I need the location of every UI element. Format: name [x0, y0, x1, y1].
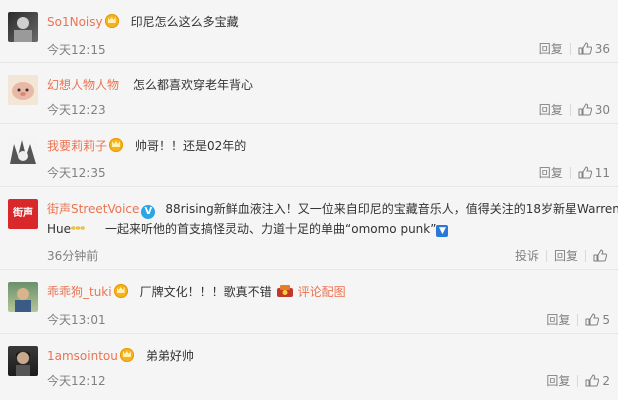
- divider: [577, 313, 579, 326]
- comment-text: 帅哥！！还是02年的: [135, 139, 247, 153]
- timestamp: 36分钟前: [47, 249, 99, 263]
- comment-list: So1Noisy 印尼怎么这么多宝藏 今天12:15 回复 36 幻想人物人物 怎么都…: [0, 0, 618, 400]
- avatar[interactable]: 街声: [8, 199, 38, 229]
- crown-badge-icon: [104, 14, 119, 28]
- comment-item: 1amsointou 弟弟好帅 今天12:12 回复 2: [0, 334, 618, 400]
- comment-item: So1Noisy 印尼怎么这么多宝藏 今天12:15 回复 36: [0, 0, 618, 62]
- like-count: 2: [602, 373, 610, 388]
- reply-button[interactable]: 回复: [539, 101, 563, 118]
- report-button[interactable]: 投诉: [515, 247, 539, 264]
- like-icon[interactable]: [585, 374, 600, 387]
- image-icon: [272, 285, 298, 299]
- comment-text: 怎么都喜欢穿老年背心: [133, 78, 254, 92]
- avatar[interactable]: [8, 282, 38, 312]
- timestamp: 今天12:12: [47, 374, 106, 388]
- comment-text: 88rising新鲜血液注入！又一位来自印尼的宝藏音乐人，值得关注的18岁新星W…: [165, 202, 618, 216]
- divider: [577, 374, 579, 387]
- comment-text: 弟弟好帅: [145, 349, 194, 363]
- clap-emoji-icon: [71, 222, 87, 236]
- like-icon[interactable]: [578, 42, 592, 55]
- comment-text-cont: Hue: [47, 222, 72, 236]
- comment-text: 厂牌文化！！！歌真不错: [139, 285, 272, 299]
- divider: [569, 166, 571, 179]
- comment-item: 乖乖狗_tuki 厂牌文化！！！歌真不错 评论配图 今天13:01 回复 5: [0, 270, 618, 333]
- username[interactable]: So1Noisy: [47, 15, 103, 29]
- like-icon[interactable]: [578, 103, 592, 116]
- reply-button[interactable]: 回复: [546, 311, 570, 328]
- crown-badge-icon: [119, 348, 134, 362]
- username[interactable]: 街声StreetVoice: [47, 202, 139, 216]
- crown-badge-icon: [109, 138, 124, 152]
- like-icon[interactable]: [585, 313, 600, 326]
- verified-icon: V: [141, 205, 156, 219]
- timestamp: 今天13:01: [47, 313, 106, 327]
- username[interactable]: 乖乖狗_tuki: [47, 285, 112, 299]
- comment-item: 街声 街声StreetVoice V 88rising新鲜血液注入！又一位来自印尼的…: [0, 187, 618, 269]
- comment-item: 我要莉莉子 帅哥！！还是02年的 今天12:35 回复 11: [0, 124, 618, 186]
- timestamp: 今天12:15: [47, 43, 106, 57]
- timestamp: 今天12:35: [47, 166, 106, 180]
- avatar[interactable]: [8, 12, 38, 42]
- reply-button[interactable]: 回复: [539, 164, 563, 181]
- avatar[interactable]: [8, 136, 38, 166]
- crown-badge-icon: [113, 284, 128, 298]
- timestamp: 今天12:23: [47, 103, 106, 117]
- reply-button[interactable]: 回复: [546, 372, 570, 389]
- comment-item: 幻想人物人物 怎么都喜欢穿老年背心 今天12:23 回复 30: [0, 63, 618, 123]
- like-count: 11: [594, 165, 610, 180]
- comment-text-cont2: 一起来听他的首支搞怪灵动、力道十足的单曲“omomo punk”: [105, 222, 437, 236]
- divider: [569, 42, 571, 55]
- down-arrow-icon: ▼: [436, 225, 449, 237]
- like-count: 30: [594, 102, 610, 117]
- divider: [545, 249, 547, 262]
- avatar[interactable]: [8, 346, 38, 376]
- divider: [585, 249, 586, 262]
- like-count: 36: [594, 41, 610, 56]
- avatar[interactable]: [8, 75, 38, 105]
- comment-text: 印尼怎么这么多宝藏: [130, 15, 239, 29]
- like-icon[interactable]: [578, 166, 592, 179]
- like-icon[interactable]: [593, 249, 608, 262]
- reply-button[interactable]: 回复: [554, 247, 578, 264]
- reply-button[interactable]: 回复: [539, 40, 563, 57]
- username[interactable]: 我要莉莉子: [47, 139, 107, 153]
- divider: [569, 103, 571, 116]
- comment-image-link[interactable]: 评论配图: [298, 285, 346, 299]
- username[interactable]: 幻想人物人物: [47, 78, 119, 92]
- username[interactable]: 1amsointou: [47, 349, 118, 363]
- like-count: 5: [602, 312, 610, 327]
